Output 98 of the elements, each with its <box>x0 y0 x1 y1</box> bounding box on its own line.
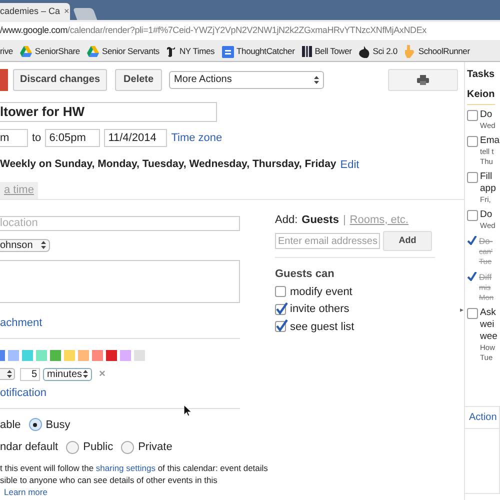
close-icon[interactable]: × <box>64 4 70 18</box>
color-swatch[interactable] <box>50 350 61 361</box>
notification-type-select[interactable] <box>0 368 15 380</box>
new-tab-button[interactable] <box>72 8 98 20</box>
sharing-note: t this event will follow the sharing settings of this calendar: event details sible to anyone who can see details of other events in this Learn more <box>0 462 268 498</box>
title-field[interactable]: ltower for HW <box>0 102 217 122</box>
add-label: Add: <box>275 212 298 228</box>
learn-more-link[interactable]: Learn more <box>4 486 48 496</box>
color-swatch[interactable] <box>120 350 131 361</box>
bookmark-link[interactable]: Sci 2.0 <box>372 45 398 58</box>
browser-tab[interactable]: cademies – Ca × <box>0 3 70 20</box>
blob-icon <box>358 46 370 58</box>
to-label: to <box>32 130 42 146</box>
bookmark-link[interactable]: NY Times <box>179 45 215 58</box>
updown-caret-icon <box>7 370 12 378</box>
actions-heading[interactable]: Action <box>469 410 497 425</box>
task-title[interactable]: app <box>480 183 496 195</box>
checkbox[interactable] <box>275 304 286 315</box>
permission-label: see guest list <box>290 320 354 334</box>
hand-icon <box>404 45 416 58</box>
url-host: /www.google.com <box>0 24 68 38</box>
task-title[interactable]: Ask <box>480 307 496 319</box>
drive-icon <box>20 46 32 57</box>
bookmark-link[interactable]: Bell Tower <box>314 45 352 58</box>
notification-amount-field[interactable]: 5 <box>20 368 40 380</box>
checkmark-icon[interactable] <box>467 236 477 245</box>
color-swatch[interactable] <box>134 350 145 361</box>
calendar-select[interactable]: ohnson <box>0 238 50 252</box>
printer-icon <box>417 74 429 84</box>
permission-label: invite others <box>290 302 350 317</box>
add-button[interactable]: Add <box>383 231 432 251</box>
recurrence-text: Weekly on Sunday, Monday, Tuesday, Wednesday, Thursday, Friday <box>0 157 336 172</box>
url-path: /calendar/render?pli=1#f%7Ceid-YWZjY2VpN2V2NW1jN2k2ZGxmaHRvYTNzcXNfMjAxNDEx <box>68 24 426 38</box>
discard-button[interactable]: Discard changes <box>13 68 108 90</box>
radio-label: Private <box>138 440 172 455</box>
checkbox[interactable] <box>467 210 478 221</box>
task-title[interactable]: Fill <box>480 171 492 183</box>
availability-label: able <box>0 418 21 432</box>
updown-caret-icon <box>83 370 88 378</box>
color-swatch[interactable] <box>106 350 117 361</box>
color-swatch[interactable] <box>36 350 47 361</box>
checkbox[interactable] <box>275 321 286 332</box>
updown-caret-icon <box>41 241 46 249</box>
guests-tab[interactable]: Guests <box>302 212 339 228</box>
radio-button[interactable] <box>28 418 42 432</box>
color-swatch[interactable] <box>64 350 75 361</box>
updown-caret-icon <box>314 76 320 84</box>
task-title[interactable]: Do <box>480 109 492 121</box>
edit-link[interactable]: Edit <box>340 157 360 174</box>
bars-icon <box>302 46 312 57</box>
bookmark-link[interactable]: SeniorShare <box>34 45 80 58</box>
add-notification-link[interactable]: otification <box>0 385 240 402</box>
radio-button[interactable] <box>66 440 80 454</box>
color-swatch[interactable] <box>92 350 103 361</box>
task-title[interactable]: Do <box>480 209 492 221</box>
cursor-icon <box>184 405 192 417</box>
color-swatch[interactable] <box>8 350 19 361</box>
checkmark-icon[interactable] <box>467 272 477 281</box>
radio-label: Public <box>83 440 114 455</box>
address-bar[interactable]: /www.google.com/calendar/render?pli=1#f%7Ceid-YWZjY2VpN2V2NW1jN2k2ZGxmaHRvYTNzcXNfMjAxNDEx <box>0 22 500 40</box>
start-time-field[interactable]: m <box>0 129 28 147</box>
end-time-field[interactable]: 6:05pm <box>45 129 100 147</box>
time-zone-link[interactable]: Time zone <box>171 130 222 146</box>
task-list-name: Keion <box>467 87 495 105</box>
tab-title: cademies – Ca <box>0 4 60 18</box>
bookmark-link[interactable]: SchoolRunner <box>418 45 470 58</box>
tasks-heading: Tasks <box>467 68 495 82</box>
sharing-settings-link[interactable]: sharing settings <box>96 462 156 472</box>
save-button[interactable] <box>0 68 8 90</box>
permission-label: modify event <box>290 284 352 300</box>
checkbox[interactable] <box>467 136 478 147</box>
attachment-link[interactable]: achment <box>0 314 240 331</box>
guests-can-heading: Guests can <box>275 267 336 282</box>
checkbox[interactable] <box>467 172 478 183</box>
checkbox[interactable] <box>467 308 478 319</box>
task-title[interactable]: Ema <box>480 135 500 147</box>
radio-label: Busy <box>46 418 70 432</box>
print-button[interactable] <box>388 68 458 90</box>
color-swatch[interactable] <box>78 350 89 361</box>
gothic-t-icon <box>166 46 176 58</box>
color-swatch[interactable] <box>22 350 33 361</box>
radio-button[interactable] <box>121 440 134 454</box>
date-field[interactable]: 11/4/2014 <box>104 129 168 147</box>
checkbox[interactable] <box>275 286 286 298</box>
task-title[interactable]: wei <box>480 319 494 331</box>
delete-button[interactable]: Delete <box>115 68 162 90</box>
more-actions-select[interactable]: More Actions <box>169 70 324 88</box>
task-title[interactable]: wee <box>480 331 498 343</box>
checkbox[interactable] <box>467 110 478 121</box>
notification-unit-select[interactable]: minutes <box>43 368 92 380</box>
bookmark-link[interactable]: Senior Servants <box>102 45 160 58</box>
drive-icon <box>86 46 99 57</box>
description-field[interactable] <box>0 260 240 302</box>
document-icon <box>222 46 234 58</box>
bookmark-link[interactable]: ThoughtCatcher <box>236 45 295 58</box>
privacy-label: ndar default <box>0 440 58 455</box>
bookmark-link[interactable]: rive <box>0 45 13 58</box>
separator: | <box>342 212 346 228</box>
